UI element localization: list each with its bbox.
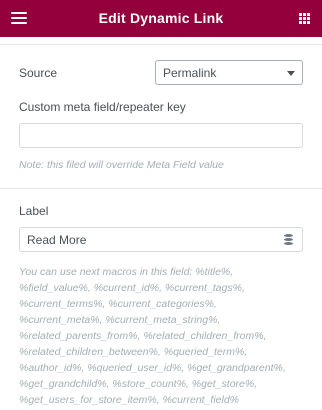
dynamic-tags-button[interactable] — [275, 227, 303, 252]
meta-key-note: Note: this filed will override Meta Fiel… — [19, 159, 224, 171]
macros-line: %get_grandchild%, %store_count%, %get_st… — [19, 378, 258, 390]
macros-line: %related_parents_from%, %related_childre… — [19, 330, 267, 342]
meta-key-label: Custom meta field/repeater key — [19, 100, 186, 114]
source-select[interactable]: Permalink — [155, 60, 303, 85]
header-divider — [0, 37, 322, 45]
chevron-down-icon — [287, 71, 295, 76]
label-input[interactable] — [19, 227, 276, 252]
macros-line: You can use next macros in this field: %… — [19, 266, 234, 278]
source-label: Source — [19, 66, 58, 80]
panel-header: Edit Dynamic Link — [0, 0, 322, 37]
macros-line: %field_value%, %current_id%, %current_ta… — [19, 282, 245, 294]
grid-icon[interactable] — [299, 13, 310, 24]
section-divider — [0, 188, 322, 189]
macros-line: %author_id%, %queried_user_id%, %get_gra… — [19, 362, 286, 374]
source-select-value: Permalink — [163, 66, 217, 80]
macros-line: %current_terms%, %current_categories%, — [19, 298, 217, 310]
macros-line: %get_users_for_store_item%, %current_fie… — [19, 394, 240, 406]
database-icon — [284, 234, 293, 246]
meta-key-input[interactable] — [19, 123, 303, 148]
macros-line: %related_children_between%, %queried_ter… — [19, 346, 248, 358]
panel-title: Edit Dynamic Link — [98, 10, 224, 26]
label-field-label: Label — [19, 204, 49, 218]
macros-help-text: You can use next macros in this field: %… — [19, 264, 309, 408]
macros-line: %current_meta%, %current_meta_string%, — [19, 314, 221, 326]
